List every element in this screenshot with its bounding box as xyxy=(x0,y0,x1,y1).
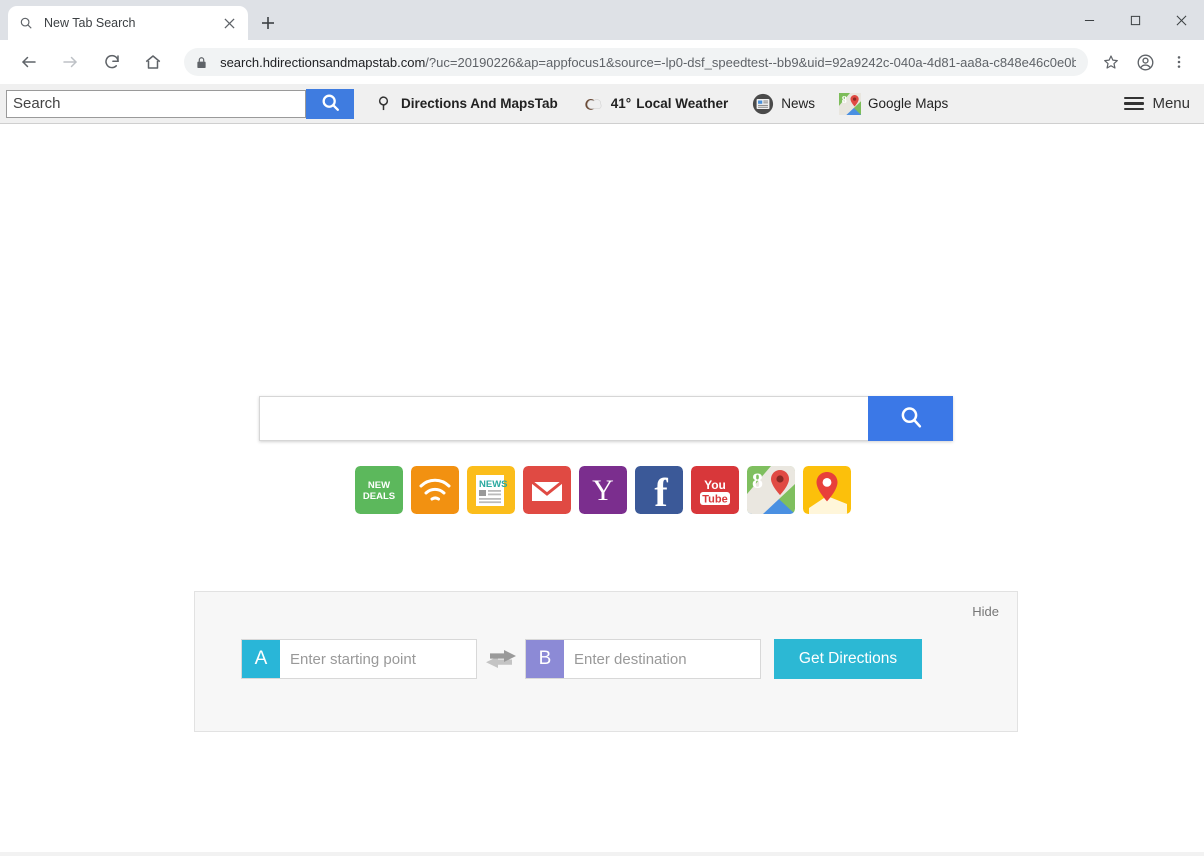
tile-facebook[interactable]: f xyxy=(635,466,683,514)
svg-text:Y: Y xyxy=(592,474,614,507)
svg-text:DEALS: DEALS xyxy=(363,491,395,502)
hamburger-icon xyxy=(1124,93,1145,113)
extension-search-group xyxy=(6,88,354,119)
tile-gmail[interactable] xyxy=(523,466,571,514)
badge-b: B xyxy=(526,640,564,678)
extension-menu-label: Menu xyxy=(1152,94,1190,112)
forward-icon[interactable] xyxy=(55,46,87,78)
destination-input[interactable] xyxy=(564,640,760,678)
profile-avatar-icon[interactable] xyxy=(1131,48,1159,76)
toolbar-item-local-weather[interactable]: 41° Local Weather xyxy=(582,93,728,115)
tab-strip: New Tab Search xyxy=(0,0,1204,40)
extension-toolbar: Directions And MapsTab 41° Local Weather… xyxy=(0,84,1204,124)
tab-title: New Tab Search xyxy=(44,16,136,30)
minimize-icon[interactable] xyxy=(1066,0,1112,40)
search-icon xyxy=(320,92,341,116)
omnibox-url-host: search.hdirectionsandmapstab.com xyxy=(220,54,426,70)
extension-menu-button[interactable]: Menu xyxy=(1124,93,1190,113)
browser-chrome: New Tab Search search.hdirectionsandmaps… xyxy=(0,0,1204,84)
newspaper-icon xyxy=(752,93,774,115)
omnibox-url: search.hdirectionsandmapstab.com/?uc=201… xyxy=(220,55,1076,70)
tile-maps-pin[interactable] xyxy=(803,466,851,514)
starting-point-input[interactable] xyxy=(280,640,476,678)
browser-tab[interactable]: New Tab Search xyxy=(8,6,248,40)
starting-point-field[interactable]: A xyxy=(241,639,477,679)
hide-link[interactable]: Hide xyxy=(972,604,999,619)
svg-text:You: You xyxy=(704,478,726,492)
window-controls xyxy=(1066,0,1204,40)
svg-text:NEW: NEW xyxy=(368,480,390,491)
chrome-menu-icon[interactable] xyxy=(1165,48,1193,76)
search-icon xyxy=(898,404,924,433)
tile-audible[interactable] xyxy=(411,466,459,514)
toolbar-item-label: Google Maps xyxy=(868,96,949,111)
svg-text:f: f xyxy=(654,470,668,514)
toolbar-item-news[interactable]: News xyxy=(752,93,815,115)
toolbar-item-google-maps[interactable]: 8 Google Maps xyxy=(839,92,949,115)
maximize-icon[interactable] xyxy=(1112,0,1158,40)
close-icon[interactable] xyxy=(220,14,238,32)
reload-icon[interactable] xyxy=(96,46,128,78)
svg-text:8: 8 xyxy=(842,95,847,106)
bookmark-star-icon[interactable] xyxy=(1097,48,1125,76)
toolbar-item-label: News xyxy=(781,96,815,111)
new-tab-button[interactable] xyxy=(254,9,282,37)
weather-temperature: 41° xyxy=(610,96,632,111)
svg-text:NEWS: NEWS xyxy=(479,479,508,490)
close-window-icon[interactable] xyxy=(1158,0,1204,40)
omnibox[interactable]: search.hdirectionsandmapstab.com/?uc=201… xyxy=(184,48,1088,76)
swap-arrows-icon[interactable] xyxy=(477,648,525,670)
toolbar-item-label: Directions And MapsTab xyxy=(401,96,558,111)
main-search-group xyxy=(259,396,953,441)
location-pin-outline-icon xyxy=(372,93,394,115)
lock-icon xyxy=(196,56,210,69)
page-footer: Directions and MapsTab Terms Privacy Uni… xyxy=(0,852,1204,856)
tile-google-maps[interactable]: 8 xyxy=(747,466,795,514)
page-content: NEW DEALS NEWS Y f You Tube 8 Hide A Ent… xyxy=(0,124,1204,856)
directions-form: A B Get Directions xyxy=(241,639,922,679)
home-icon[interactable] xyxy=(138,46,170,78)
shortcut-tiles: NEW DEALS NEWS Y f You Tube 8 xyxy=(355,466,851,514)
main-search-button[interactable] xyxy=(868,396,953,441)
back-icon[interactable] xyxy=(13,46,45,78)
tile-new-deals[interactable]: NEW DEALS xyxy=(355,466,403,514)
tile-news[interactable]: NEWS xyxy=(467,466,515,514)
tile-yahoo[interactable]: Y xyxy=(579,466,627,514)
toolbar-item-directions-mapstab[interactable]: Directions And MapsTab xyxy=(372,93,558,115)
get-directions-button[interactable]: Get Directions xyxy=(774,639,922,679)
main-search-input[interactable] xyxy=(259,396,868,441)
tile-youtube[interactable]: You Tube xyxy=(691,466,739,514)
omnibox-bar: search.hdirectionsandmapstab.com/?uc=201… xyxy=(0,40,1204,84)
svg-text:8: 8 xyxy=(752,468,763,493)
badge-a: A xyxy=(242,640,280,678)
omnibox-url-path: /?uc=20190226&ap=appfocus1&source=-lp0-d… xyxy=(425,54,1076,70)
destination-field[interactable]: B xyxy=(525,639,761,679)
google-maps-icon: 8 xyxy=(839,92,861,115)
svg-text:Tube: Tube xyxy=(702,494,727,506)
weather-cloud-icon xyxy=(582,93,604,115)
extension-search-button[interactable] xyxy=(306,88,354,119)
toolbar-item-label: Local Weather xyxy=(636,96,729,111)
extension-search-input[interactable] xyxy=(6,89,306,118)
search-icon xyxy=(18,15,34,31)
directions-widget: Hide A B Get Directions xyxy=(194,591,1018,732)
